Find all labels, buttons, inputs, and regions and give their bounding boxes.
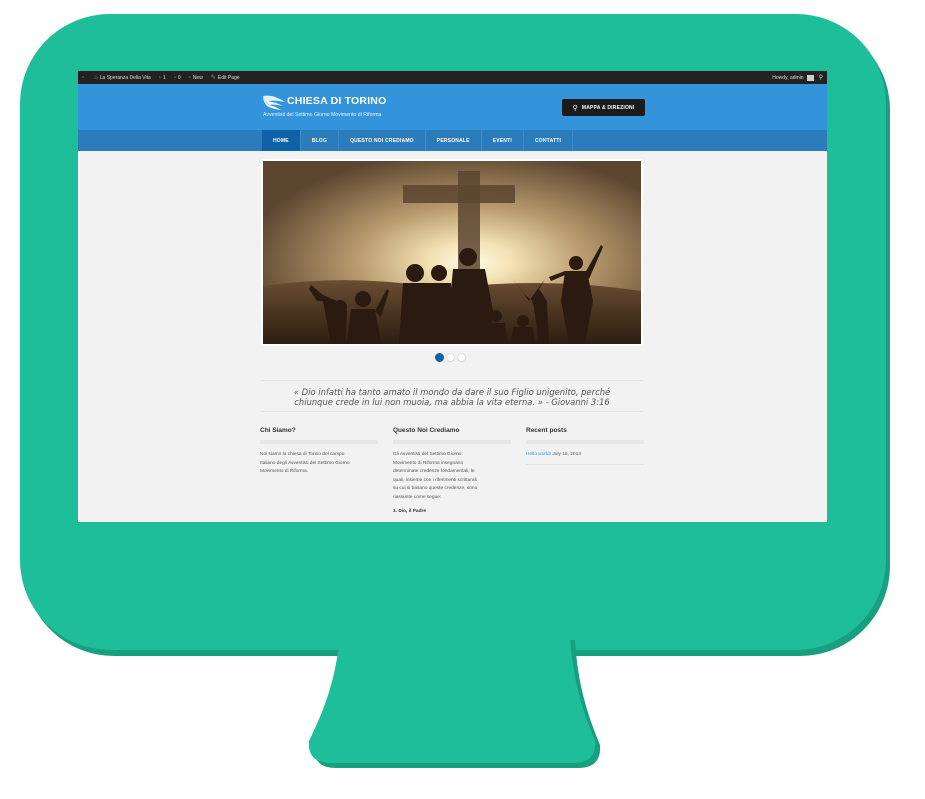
nav-item-contatti[interactable]: CONTATTI: [524, 130, 574, 151]
widget-text-line: Movimento di Riforma insegnano: [393, 460, 464, 466]
widget-subheading: 1. Dio, il Padre: [393, 509, 427, 514]
screen: ▫ ⌂ La Speranza Della Vita ▫ 1 ▫ 0 ▫ New…: [78, 71, 827, 522]
search-icon[interactable]: ⚲: [819, 74, 823, 81]
slide-image: [263, 161, 641, 344]
nav-item-eventi[interactable]: EVENTI: [482, 130, 524, 151]
widget-chi-siamo: Chi Siamo? Noi siamo la chiesa di Torino…: [260, 427, 378, 477]
admin-bar-site[interactable]: ⌂ La Speranza Della Vita: [94, 75, 151, 81]
widget-title: Chi Siamo?: [260, 427, 296, 434]
map-button-label: MAPPA & DIREZIONI: [581, 104, 635, 111]
updates-icon: ▫: [158, 74, 161, 81]
slider-dot-1[interactable]: [435, 353, 444, 362]
map-pin-icon: ⚲: [572, 104, 578, 112]
admin-bar-updates[interactable]: ▫ 1: [159, 75, 166, 81]
cross-silhouette-image: [263, 161, 641, 344]
admin-bar-site-name: La Speranza Della Vita: [99, 74, 151, 81]
widget-title: Questo Noi Crediamo: [393, 427, 460, 434]
site-tagline: Avventisti del Settimo Giorno Movimento …: [263, 112, 382, 118]
widget-questo-noi-crediamo: Questo Noi Crediamo Gli Avventisti del S…: [393, 427, 511, 517]
quote-line-2: chiunque crede in lui non muoia, ma abbi…: [294, 397, 610, 407]
logo-wing-icon: [262, 95, 285, 110]
bible-quote-section: « Dio infatti ha tanto amato il mondo da…: [261, 380, 643, 412]
comments-icon: ▫: [173, 74, 176, 81]
howdy-text: Howdy, admin: [772, 74, 804, 81]
widget-text-line: determinate credenze fondamentali, le: [393, 469, 475, 474]
widget-text-line: riassunte come segue:: [393, 494, 442, 500]
edit-page-label: Edit Page: [217, 74, 240, 81]
bible-quote: « Dio infatti ha tanto amato il mondo da…: [261, 387, 643, 407]
image-slider[interactable]: [261, 159, 643, 346]
widget-text-line: Gli Avventisti del Settimo Giorno: [393, 452, 462, 457]
slider-pagination: [435, 353, 468, 362]
map-directions-button[interactable]: ⚲ MAPPA & DIREZIONI: [562, 99, 645, 116]
plus-icon: ▫: [188, 74, 191, 81]
avatar: [806, 74, 814, 81]
recent-post-date: July 16, 2013: [551, 452, 581, 457]
slider-dot-2[interactable]: [446, 353, 455, 362]
widget-text-line: Movimento di Riforma.: [260, 469, 308, 474]
widget-divider: [393, 440, 511, 444]
comments-count: 0: [177, 74, 181, 81]
pencil-icon: ✎: [210, 75, 216, 81]
home-icon: ⌂: [94, 74, 98, 81]
updates-count: 1: [162, 74, 166, 81]
admin-bar-comments[interactable]: ▫ 0: [174, 75, 181, 81]
admin-bar-account[interactable]: Howdy, admin ⚲: [772, 71, 823, 84]
site-title[interactable]: CHIESA DI TORINO: [287, 95, 386, 107]
widget-rule: [526, 463, 644, 465]
admin-bar: ▫ ⌂ La Speranza Della Vita ▫ 1 ▫ 0 ▫ New…: [78, 71, 827, 84]
site-header: CHIESA DI TORINO Avventisti del Settimo …: [78, 84, 827, 130]
widget-title: Recent posts: [526, 427, 567, 434]
nav-item-home[interactable]: HOME: [262, 130, 301, 151]
widget-divider: [260, 440, 378, 444]
slider-dot-3[interactable]: [457, 353, 466, 362]
widget-divider: [526, 440, 644, 444]
recent-post-link[interactable]: Hello world!: [526, 452, 551, 457]
wp-logo-icon[interactable]: ▫: [82, 75, 86, 81]
widget-text-line: Noi siamo la chiesa di Torino del campo: [260, 452, 345, 457]
widget-text-line: quali, insieme con i riferimenti scrittu…: [393, 477, 477, 483]
admin-bar-new[interactable]: ▫ New: [189, 75, 203, 81]
quote-line-1: « Dio infatti ha tanto amato il mondo da…: [293, 387, 611, 397]
nav-item-blog[interactable]: BLOG: [301, 130, 340, 151]
nav-item-questo-noi-crediamo[interactable]: QUESTO NOI CREDIAMO: [339, 130, 426, 151]
widget-text-line: Italiano degli Avventisti del Settimo Gi…: [260, 460, 350, 466]
widget-recent-posts: Recent posts Hello world! July 16, 2013: [526, 427, 644, 465]
widget-text-line: su cui si basano queste credenze, sono: [393, 486, 478, 491]
new-label: New: [192, 74, 203, 81]
main-nav: HOME BLOG QUESTO NOI CREDIAMO PERSONALE …: [78, 130, 827, 151]
admin-bar-edit[interactable]: ✎ Edit Page: [210, 74, 240, 82]
nav-item-personale[interactable]: PERSONALE: [426, 130, 482, 151]
